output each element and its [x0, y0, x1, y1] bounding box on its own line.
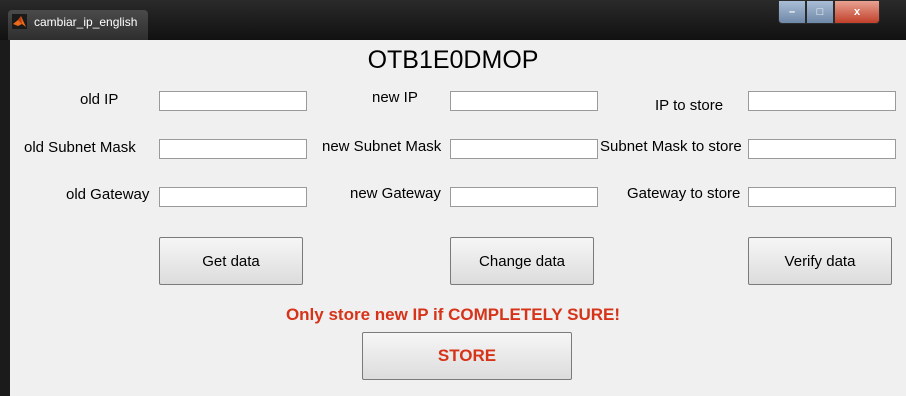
new-ip-label: new IP: [372, 89, 418, 106]
get-data-button[interactable]: Get data: [159, 237, 303, 285]
store-button[interactable]: STORE: [362, 332, 572, 380]
change-data-button[interactable]: Change data: [450, 237, 594, 285]
old-subnet-field[interactable]: [159, 139, 307, 159]
subnet-to-store-field[interactable]: [748, 139, 896, 159]
minimize-icon: –: [788, 6, 796, 18]
window-controls: – □ x: [778, 0, 880, 24]
new-gateway-label: new Gateway: [350, 185, 441, 202]
subnet-to-store-label: Subnet Mask to store: [600, 138, 742, 155]
verify-data-button[interactable]: Verify data: [748, 237, 892, 285]
window-title: cambiar_ip_english: [34, 15, 138, 29]
old-gateway-field[interactable]: [159, 187, 307, 207]
close-button[interactable]: x: [834, 0, 880, 24]
new-gateway-field[interactable]: [450, 187, 598, 207]
gateway-to-store-field[interactable]: [748, 187, 896, 207]
old-ip-field[interactable]: [159, 91, 307, 111]
new-subnet-field[interactable]: [450, 139, 598, 159]
maximize-icon: □: [816, 6, 824, 18]
gateway-to-store-label: Gateway to store: [627, 185, 741, 202]
page-title: OTB1E0DMOP: [367, 46, 539, 74]
minimize-button[interactable]: –: [778, 0, 806, 24]
new-ip-field[interactable]: [450, 91, 598, 111]
maximize-button[interactable]: □: [806, 0, 834, 24]
new-subnet-label: new Subnet Mask: [322, 138, 442, 155]
ip-to-store-field[interactable]: [748, 91, 896, 111]
old-gateway-label: old Gateway: [66, 186, 150, 203]
old-ip-label: old IP: [80, 91, 119, 108]
matlab-icon: [12, 14, 27, 29]
title-bar[interactable]: cambiar_ip_english – □ x: [0, 0, 906, 40]
ip-to-store-label: IP to store: [655, 97, 724, 114]
close-icon: x: [853, 6, 861, 18]
old-subnet-label: old Subnet Mask: [24, 139, 136, 156]
store-warning-text: Only store new IP if COMPLETELY SURE!: [285, 305, 621, 324]
